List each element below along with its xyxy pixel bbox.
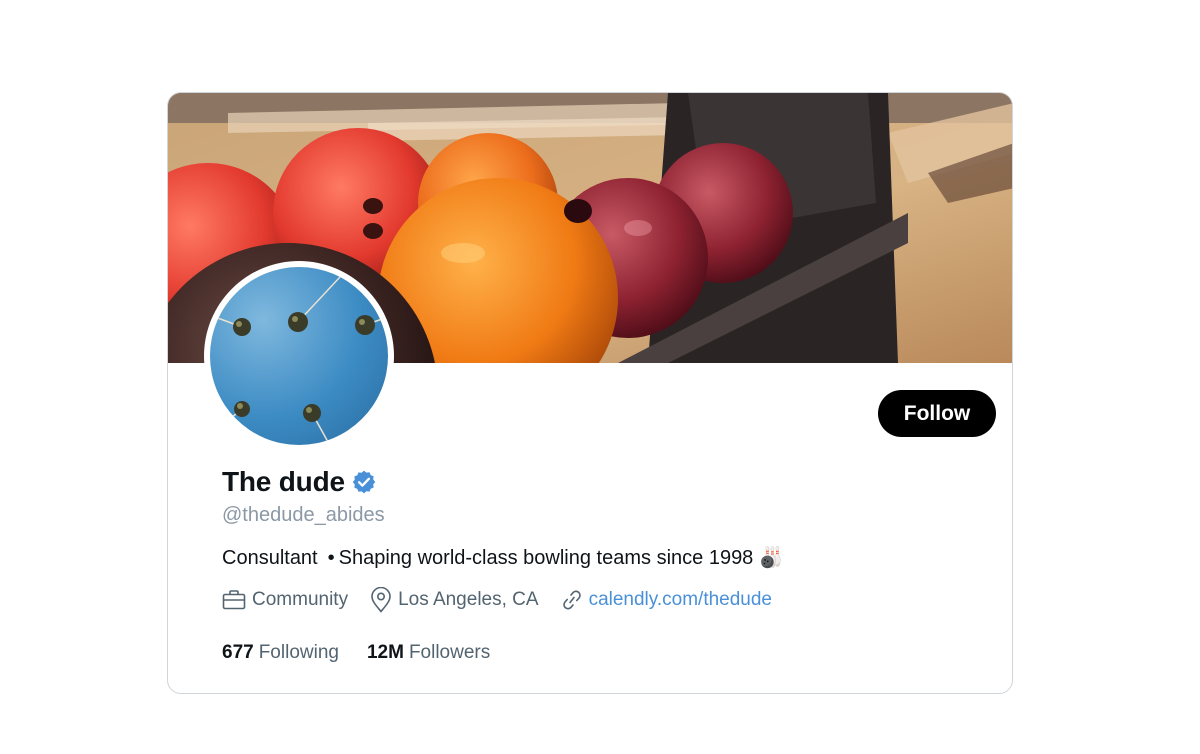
followers-stat[interactable]: 12M Followers: [367, 642, 490, 664]
following-count: 677: [222, 642, 254, 663]
category-label: Community: [252, 589, 349, 610]
palm-trees-avatar-image: [210, 267, 388, 445]
bio-role: Consultant: [222, 547, 318, 569]
briefcase-icon: [222, 590, 246, 610]
profile-meta: Community Los Angeles, CA calendly.com/t…: [222, 587, 794, 613]
meta-location: Los Angeles, CA: [370, 587, 539, 613]
meta-website: calendly.com/thedude: [561, 588, 772, 612]
followers-label: Followers: [408, 642, 491, 663]
name-row: The dude: [222, 463, 377, 501]
profile-avatar[interactable]: [204, 261, 394, 451]
following-stat[interactable]: 677 Following: [222, 642, 339, 664]
profile-bio: Consultant • Shaping world-class bowling t…: [222, 545, 784, 570]
location-label: Los Angeles, CA: [398, 589, 539, 610]
bowling-emoji-icon: 🎳: [758, 547, 784, 569]
profile-card: Follow The dude @thedude_abides Consulta…: [167, 92, 1013, 694]
bio-text: Shaping world-class bowling teams since …: [338, 547, 754, 569]
meta-category: Community: [222, 589, 348, 611]
location-pin-icon: [371, 587, 391, 613]
display-name: The dude: [222, 466, 345, 497]
follow-stats: 677 Following 12M Followers: [222, 642, 518, 664]
follow-button[interactable]: Follow: [878, 390, 996, 437]
user-handle: @thedude_abides: [222, 504, 385, 526]
followers-count: 12M: [366, 642, 404, 663]
verified-badge-icon: [352, 470, 376, 494]
link-icon: [562, 590, 581, 610]
following-label: Following: [258, 642, 339, 663]
website-link[interactable]: calendly.com/thedude: [589, 589, 772, 611]
bio-separator: •: [327, 547, 335, 569]
